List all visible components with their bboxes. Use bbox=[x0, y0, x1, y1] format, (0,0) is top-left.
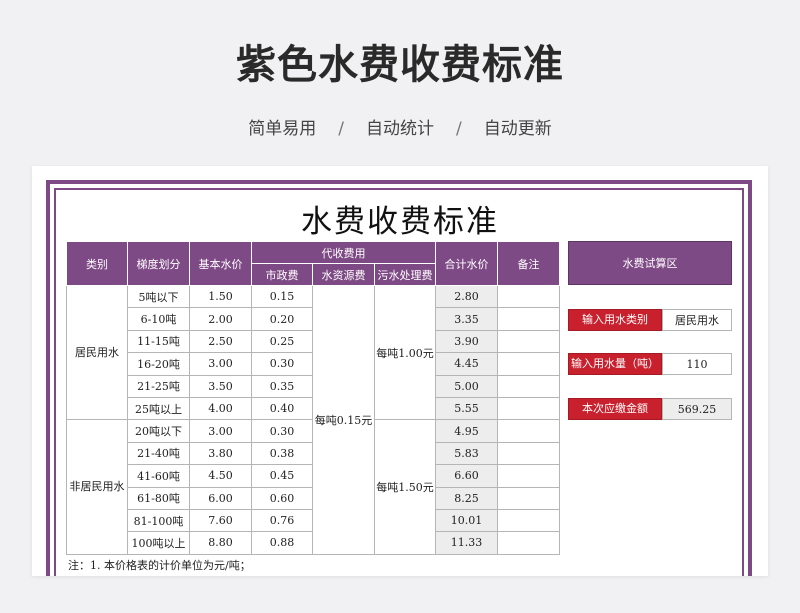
tier-cell: 61-80吨 bbox=[127, 486, 190, 510]
tier-cell: 25吨以上 bbox=[127, 396, 190, 421]
fee-due-value: 569.25 bbox=[662, 398, 732, 420]
category-cell: 居民用水 bbox=[66, 284, 128, 421]
tier-cell: 20吨以下 bbox=[127, 419, 190, 443]
tagline-item: 自动更新 bbox=[483, 119, 552, 139]
sewage-cell: 每吨1.50元 bbox=[374, 419, 436, 555]
total-cell: 5.83 bbox=[435, 441, 498, 466]
fee-due-row: 本次应缴金额 569.25 bbox=[568, 398, 732, 420]
municipal-cell: 0.60 bbox=[251, 486, 313, 510]
remark-cell bbox=[497, 464, 560, 488]
total-cell: 2.80 bbox=[435, 284, 498, 309]
header-base-price: 基本水价 bbox=[189, 241, 252, 286]
municipal-cell: 0.45 bbox=[251, 464, 313, 488]
remark-cell bbox=[497, 508, 560, 533]
tagline-item: 自动统计 bbox=[366, 119, 434, 139]
base-price-cell: 6.00 bbox=[189, 486, 252, 510]
total-cell: 3.35 bbox=[435, 307, 498, 331]
municipal-cell: 0.76 bbox=[251, 508, 313, 533]
tier-cell: 100吨以上 bbox=[127, 531, 190, 555]
total-cell: 6.60 bbox=[435, 464, 498, 488]
water-resource-cell: 每吨0.15元 bbox=[312, 285, 375, 555]
header-water-resource: 水资源费 bbox=[312, 263, 375, 286]
header-category: 类别 bbox=[66, 241, 128, 286]
municipal-cell: 0.25 bbox=[251, 329, 313, 354]
total-cell: 10.01 bbox=[435, 508, 498, 533]
base-price-cell: 1.50 bbox=[189, 284, 252, 309]
total-cell: 3.90 bbox=[435, 329, 498, 354]
sewage-cell: 每吨1.00元 bbox=[374, 284, 436, 421]
tier-cell: 5吨以下 bbox=[127, 284, 190, 309]
tier-cell: 81-100吨 bbox=[127, 508, 190, 533]
total-cell: 5.00 bbox=[435, 374, 498, 398]
tier-cell: 6-10吨 bbox=[127, 307, 190, 331]
fee-table: 类别 梯度划分 基本水价 代收费用 合计水价 备注 市政费 水资源费 污水处理费… bbox=[66, 241, 560, 555]
tagline-separator: / bbox=[338, 119, 344, 139]
total-cell: 8.25 bbox=[435, 486, 498, 510]
base-price-cell: 3.80 bbox=[189, 441, 252, 466]
remark-cell bbox=[497, 396, 560, 421]
remark-cell bbox=[497, 531, 560, 555]
header-collection: 代收费用 bbox=[251, 241, 436, 264]
municipal-cell: 0.40 bbox=[251, 396, 313, 421]
base-price-cell: 7.60 bbox=[189, 508, 252, 533]
water-amount-input[interactable]: 110 bbox=[662, 353, 732, 375]
table-row: 居民用水 5吨以下 1.50 0.15 每吨0.15元 每吨1.00元 2.80 bbox=[66, 284, 560, 555]
calculator-title: 水费试算区 bbox=[568, 241, 732, 285]
total-cell: 11.33 bbox=[435, 531, 498, 555]
tier-cell: 16-20吨 bbox=[127, 352, 190, 376]
water-type-row: 输入用水类别 居民用水 bbox=[568, 309, 732, 331]
municipal-cell: 0.30 bbox=[251, 352, 313, 376]
remark-cell bbox=[497, 419, 560, 443]
tagline-separator: / bbox=[456, 119, 462, 139]
remark-cell bbox=[497, 486, 560, 510]
remark-cell bbox=[497, 284, 560, 309]
tagline-item: 简单易用 bbox=[248, 119, 317, 139]
tier-cell: 21-40吨 bbox=[127, 441, 190, 466]
tagline: 简单易用 / 自动统计 / 自动更新 bbox=[0, 114, 800, 139]
municipal-cell: 0.88 bbox=[251, 531, 313, 555]
base-price-cell: 4.50 bbox=[189, 464, 252, 488]
remark-cell bbox=[497, 329, 560, 354]
spreadsheet-preview: 水费收费标准 类别 梯度划分 基本水价 代收费用 合计水价 备注 市政费 水资源… bbox=[32, 166, 768, 576]
total-cell: 4.95 bbox=[435, 419, 498, 443]
header-tier: 梯度划分 bbox=[127, 241, 190, 286]
water-type-input[interactable]: 居民用水 bbox=[662, 309, 732, 331]
remark-cell bbox=[497, 441, 560, 466]
municipal-cell: 0.35 bbox=[251, 374, 313, 398]
water-type-label: 输入用水类别 bbox=[568, 309, 662, 331]
base-price-cell: 3.00 bbox=[189, 352, 252, 376]
remark-cell bbox=[497, 352, 560, 376]
total-cell: 5.55 bbox=[435, 396, 498, 421]
header-sewage: 污水处理费 bbox=[374, 263, 436, 286]
water-amount-label: 输入用水量（吨） bbox=[568, 353, 662, 375]
municipal-cell: 0.30 bbox=[251, 419, 313, 443]
header-municipal: 市政费 bbox=[251, 263, 313, 286]
base-price-cell: 2.50 bbox=[189, 329, 252, 354]
page-title: 紫色水费收费标准 bbox=[236, 42, 564, 88]
header-total: 合计水价 bbox=[435, 241, 498, 286]
base-price-cell: 8.80 bbox=[189, 531, 252, 555]
municipal-cell: 0.15 bbox=[251, 284, 313, 309]
total-cell: 4.45 bbox=[435, 352, 498, 376]
category-cell: 非居民用水 bbox=[66, 419, 128, 555]
remark-cell bbox=[497, 307, 560, 331]
sheet-title: 水费收费标准 bbox=[301, 204, 499, 240]
fee-due-label: 本次应缴金额 bbox=[568, 398, 662, 420]
footnote: 注：1. 本价格表的计价单位为元/吨； bbox=[68, 559, 251, 572]
tier-cell: 21-25吨 bbox=[127, 374, 190, 398]
water-amount-row: 输入用水量（吨） 110 bbox=[568, 353, 732, 375]
municipal-cell: 0.20 bbox=[251, 307, 313, 331]
tier-cell: 41-60吨 bbox=[127, 464, 190, 488]
municipal-cell: 0.38 bbox=[251, 441, 313, 466]
base-price-cell: 3.50 bbox=[189, 374, 252, 398]
base-price-cell: 4.00 bbox=[189, 396, 252, 421]
tier-cell: 11-15吨 bbox=[127, 329, 190, 354]
base-price-cell: 3.00 bbox=[189, 419, 252, 443]
header-remark: 备注 bbox=[497, 241, 560, 286]
remark-cell bbox=[497, 374, 560, 398]
base-price-cell: 2.00 bbox=[189, 307, 252, 331]
